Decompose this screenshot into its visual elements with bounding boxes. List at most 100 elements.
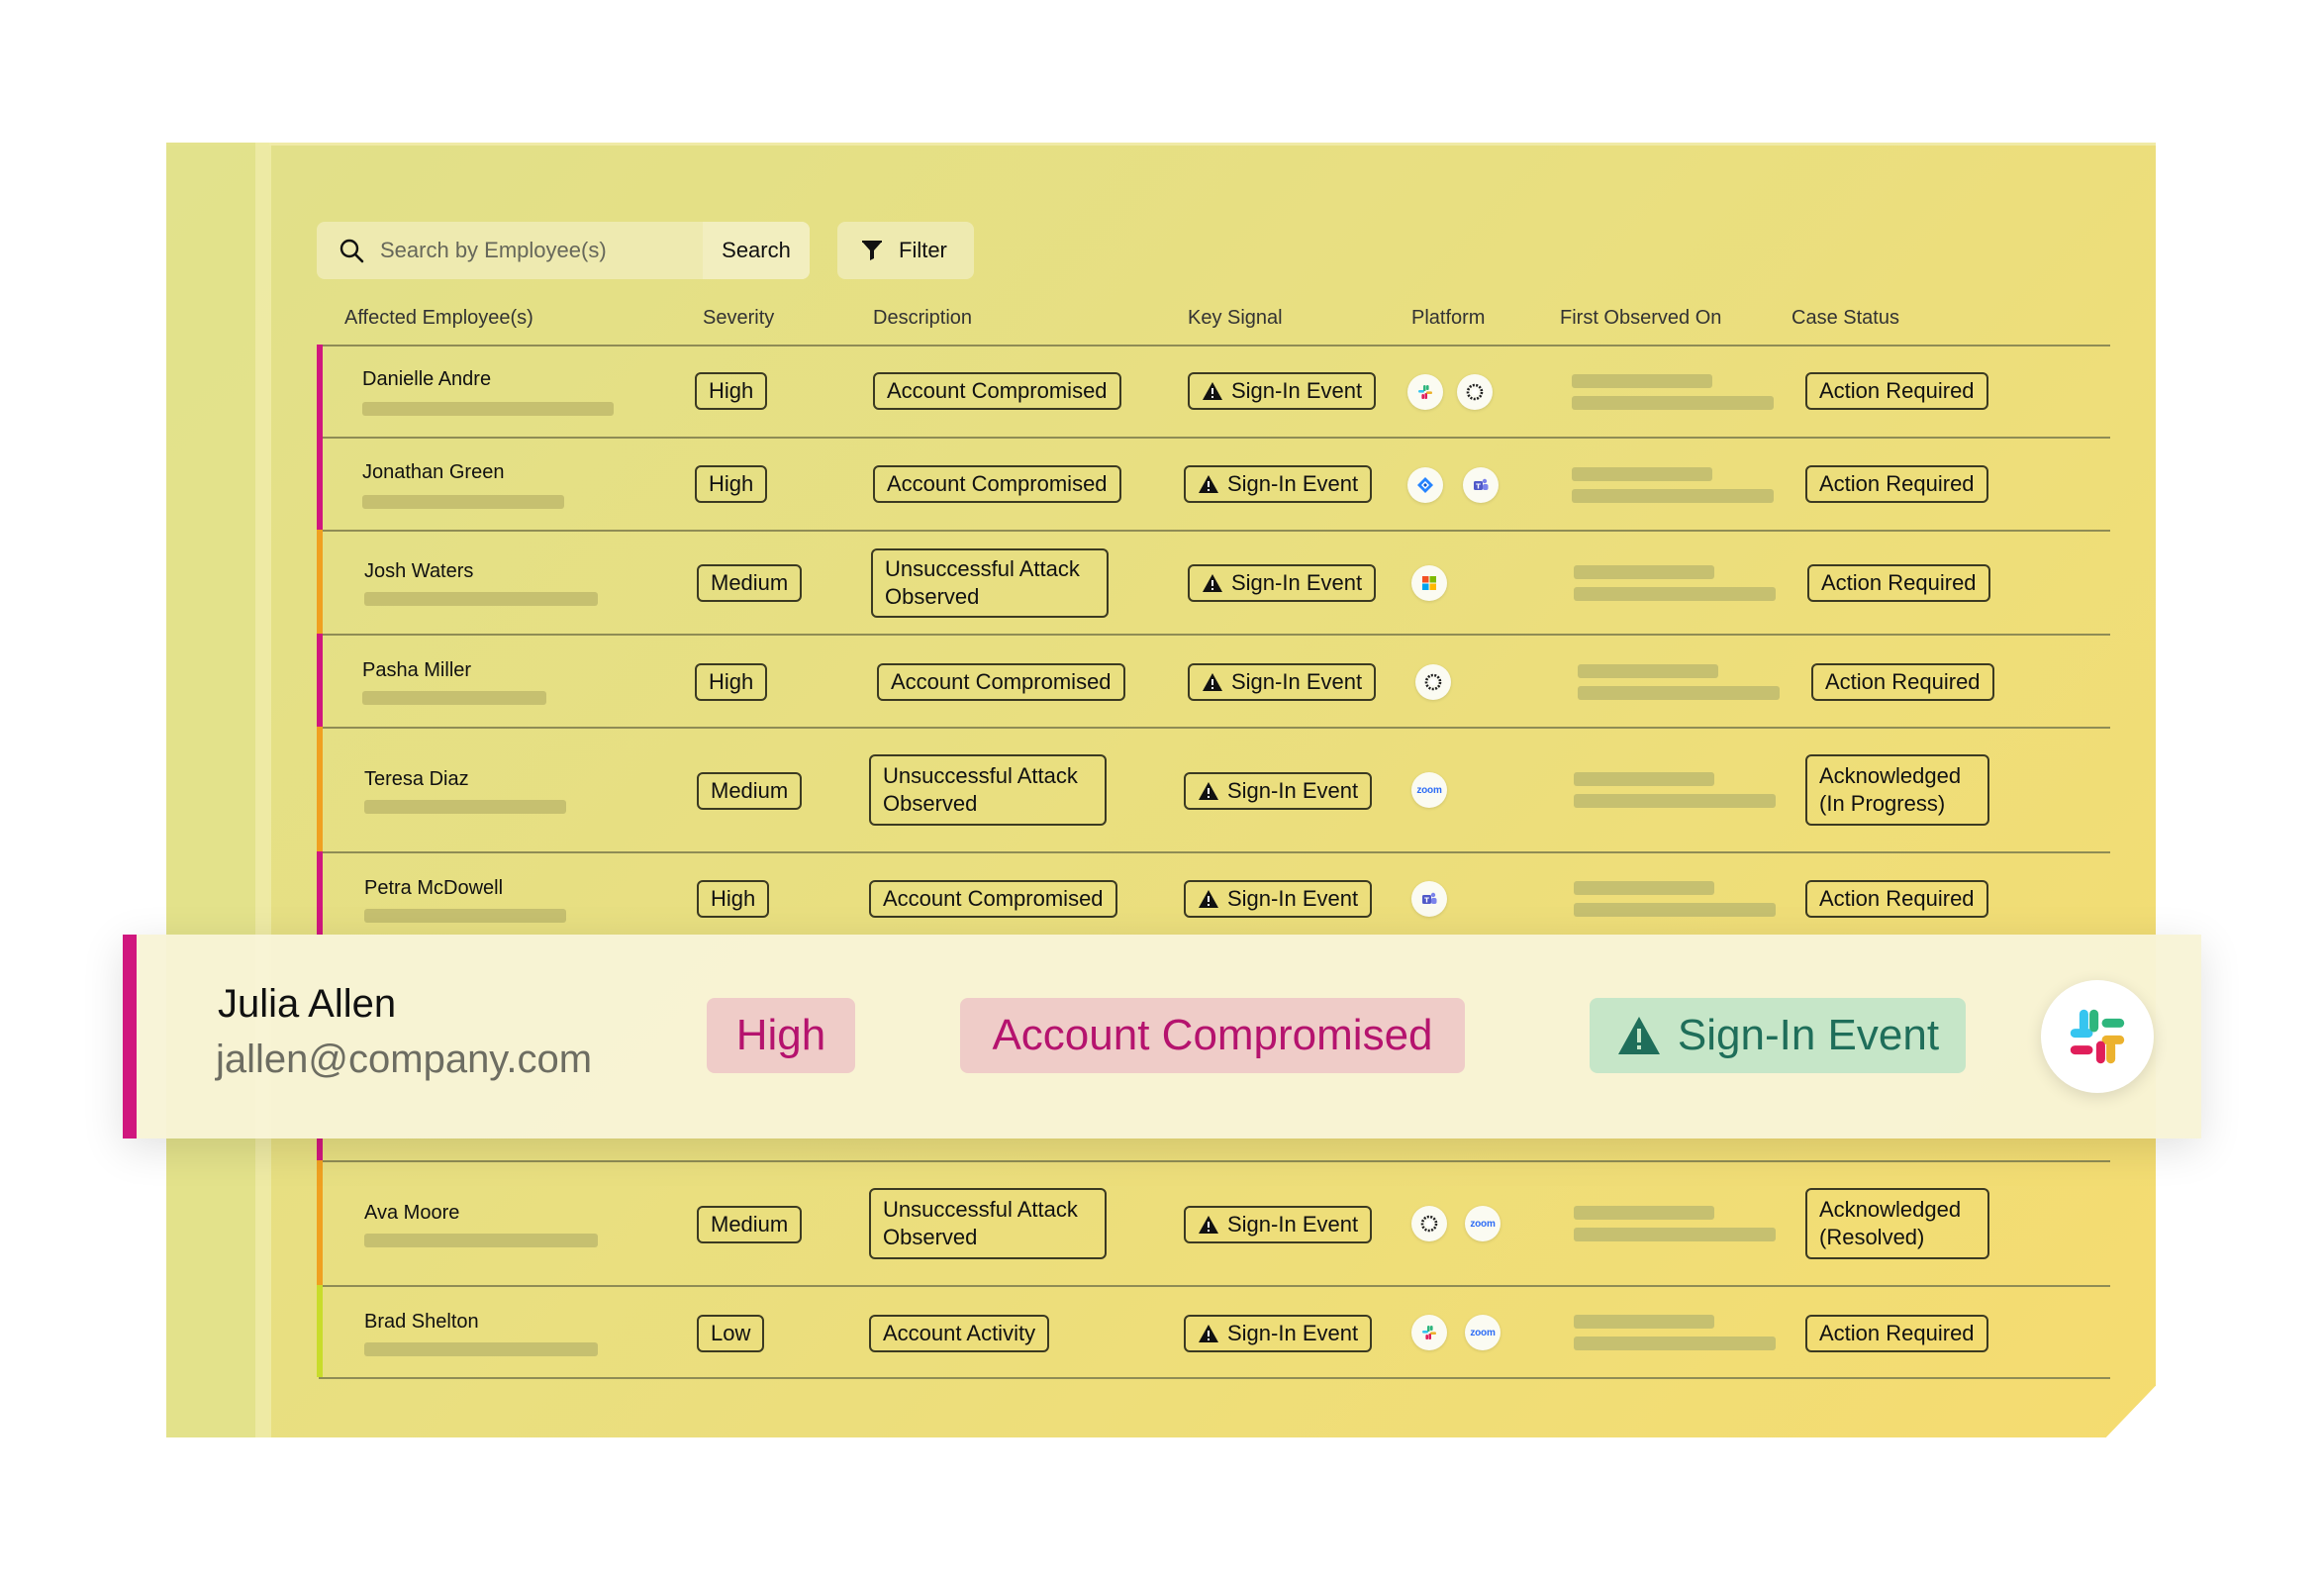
description-badge: Unsuccessful Attack Observed — [869, 754, 1107, 826]
severity-badge: High — [697, 880, 770, 918]
severity-badge: High — [695, 465, 768, 503]
time-placeholder — [1572, 489, 1774, 503]
date-placeholder — [1572, 374, 1712, 388]
severity-bar — [317, 1138, 323, 1160]
employee-name: Brad Shelton — [364, 1311, 479, 1333]
col-severity[interactable]: Severity — [703, 307, 774, 330]
key-signal-badge: Sign-In Event — [1184, 1315, 1373, 1352]
description-badge: Account Compromised — [873, 372, 1121, 410]
key-signal-badge: Sign-In Event — [1184, 772, 1373, 810]
slack-icon — [1411, 1315, 1447, 1350]
key-signal-label: Sign-In Event — [1227, 1321, 1359, 1345]
email-placeholder — [362, 691, 546, 705]
date-placeholder — [1574, 565, 1714, 579]
description-badge: Account Compromised — [877, 663, 1125, 701]
severity-badge: Low — [697, 1315, 765, 1352]
microsoft-icon — [1411, 565, 1447, 601]
case-status-badge[interactable]: Action Required — [1805, 372, 1988, 410]
email-placeholder — [364, 909, 566, 923]
warning-icon — [1203, 574, 1222, 592]
key-signal-label: Sign-In Event — [1227, 886, 1359, 911]
warning-icon — [1199, 890, 1218, 908]
key-signal-label: Sign-In Event — [1231, 570, 1363, 595]
description-badge: Account Compromised — [869, 880, 1117, 918]
case-status-badge[interactable]: Action Required — [1807, 564, 1990, 602]
email-placeholder — [364, 1234, 598, 1247]
description-badge: Account Activity — [869, 1315, 1050, 1352]
date-placeholder — [1578, 664, 1718, 678]
col-case-status[interactable]: Case Status — [1791, 307, 1899, 330]
jira-icon — [1407, 467, 1443, 503]
time-placeholder — [1574, 903, 1776, 917]
search-button[interactable]: Search — [703, 222, 810, 279]
col-first-observed[interactable]: First Observed On — [1560, 307, 1721, 330]
date-placeholder — [1574, 881, 1714, 895]
case-status-badge[interactable]: Acknowledged (In Progress) — [1805, 754, 1989, 826]
description-badge: Unsuccessful Attack Observed — [871, 548, 1109, 618]
key-signal-badge: Sign-In Event — [1184, 465, 1373, 503]
filter-label: Filter — [899, 238, 947, 262]
date-placeholder — [1574, 1206, 1714, 1220]
svg-text:T: T — [1424, 896, 1429, 904]
search-input[interactable] — [380, 230, 697, 271]
employee-name: Petra McDowell — [364, 877, 504, 899]
filter-icon — [862, 241, 882, 260]
time-placeholder — [1574, 1336, 1776, 1350]
search-box[interactable]: Search — [317, 222, 810, 279]
severity-bar — [317, 437, 323, 530]
col-affected-employees[interactable]: Affected Employee(s) — [344, 307, 533, 330]
time-placeholder — [1574, 587, 1776, 601]
warning-icon — [1199, 1325, 1218, 1342]
severity-bar — [317, 1285, 323, 1377]
severity-bar — [317, 530, 323, 634]
warning-icon — [1617, 1017, 1660, 1054]
case-status-badge[interactable]: Action Required — [1805, 465, 1988, 503]
severity-bar — [317, 345, 323, 437]
employee-name: Danielle Andre — [362, 368, 492, 390]
time-placeholder — [1574, 794, 1776, 808]
case-status-badge[interactable]: Action Required — [1805, 880, 1988, 918]
row-divider — [319, 1285, 2110, 1287]
row-divider — [319, 634, 2110, 636]
slack-icon — [2041, 980, 2154, 1093]
warning-icon — [1199, 1216, 1218, 1234]
okta-icon — [1457, 374, 1493, 410]
severity-bar — [317, 727, 323, 851]
highlight-key-signal-badge: Sign-In Event — [1590, 998, 1966, 1073]
highlight-description-badge: Account Compromised — [960, 998, 1465, 1073]
search-icon — [339, 239, 364, 263]
row-divider — [319, 345, 2110, 346]
case-status-badge[interactable]: Acknowledged (Resolved) — [1805, 1188, 1989, 1259]
severity-badge: High — [695, 663, 768, 701]
date-placeholder — [1572, 467, 1712, 481]
employee-name: Josh Waters — [364, 560, 474, 582]
highlight-employee-email: jallen@company.com — [216, 1038, 593, 1081]
key-signal-label: Sign-In Event — [1227, 471, 1359, 496]
severity-badge: Medium — [697, 564, 803, 602]
row-divider — [319, 727, 2110, 729]
panel-left-stripe — [255, 143, 271, 1437]
case-status-badge[interactable]: Action Required — [1811, 663, 1994, 701]
key-signal-badge: Sign-In Event — [1184, 1206, 1373, 1243]
severity-badge: Medium — [697, 1206, 803, 1243]
severity-badge: Medium — [697, 772, 803, 810]
key-signal-badge: Sign-In Event — [1188, 564, 1377, 602]
email-placeholder — [362, 495, 564, 509]
filter-button[interactable]: Filter — [837, 222, 974, 279]
time-placeholder — [1572, 396, 1774, 410]
key-signal-badge: Sign-In Event — [1188, 663, 1377, 701]
severity-badge: High — [695, 372, 768, 410]
row-divider — [319, 851, 2110, 853]
time-placeholder — [1574, 1228, 1776, 1241]
key-signal-label: Sign-In Event — [1231, 378, 1363, 403]
warning-icon — [1199, 475, 1218, 493]
col-key-signal[interactable]: Key Signal — [1188, 307, 1283, 330]
highlight-key-signal-label: Sign-In Event — [1677, 1011, 1940, 1059]
row-divider — [319, 437, 2110, 439]
row-divider — [319, 1160, 2110, 1162]
col-platform[interactable]: Platform — [1411, 307, 1485, 330]
row-divider — [319, 1377, 2110, 1379]
warning-icon — [1199, 782, 1218, 800]
case-status-badge[interactable]: Action Required — [1805, 1315, 1988, 1352]
col-description[interactable]: Description — [873, 307, 972, 330]
